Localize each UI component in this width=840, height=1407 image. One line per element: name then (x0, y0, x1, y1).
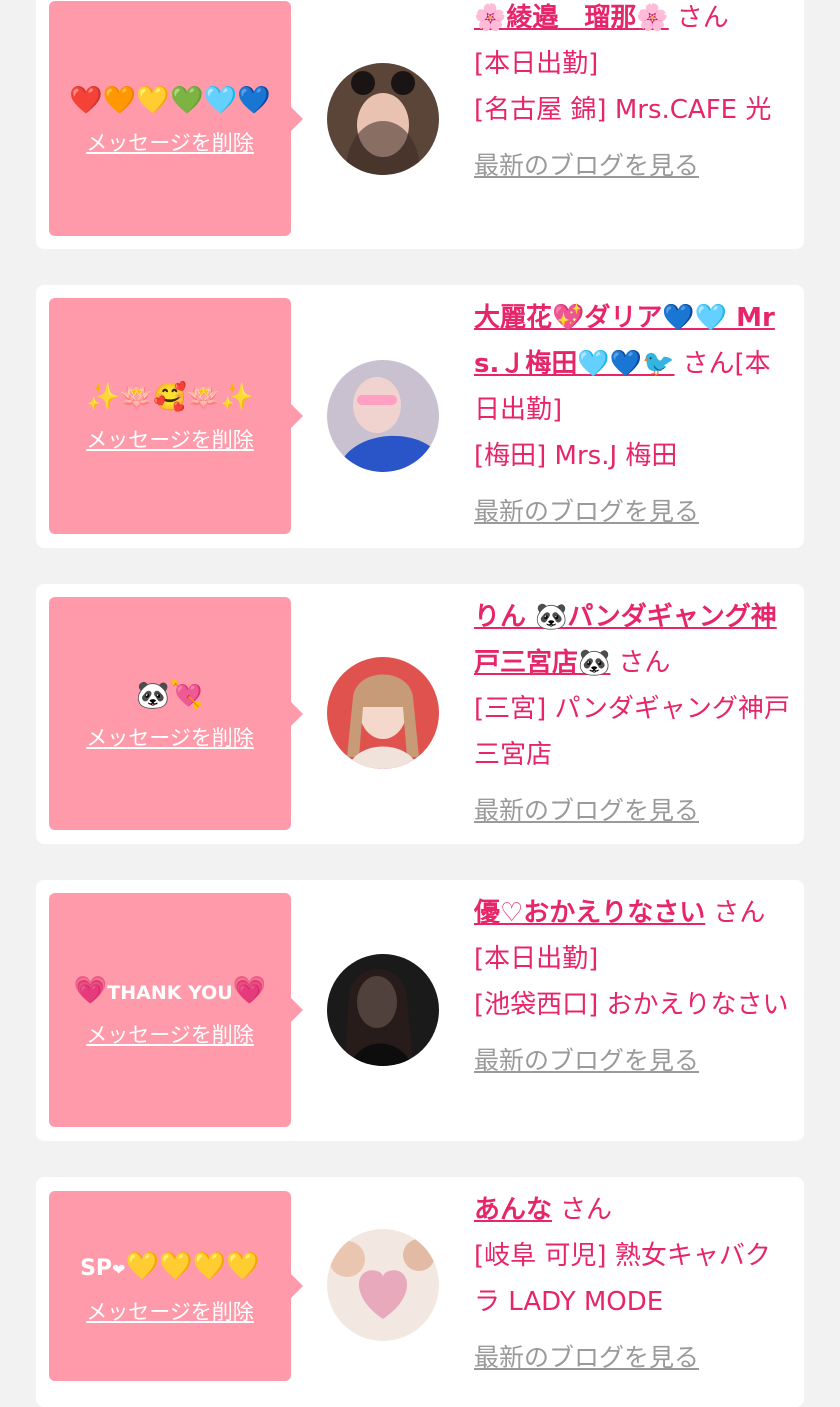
cast-info: りん 🐼パンダギャング神戸三宮店🐼 さん [三宮] パンダギャング神戸三宮店 最新… (474, 594, 790, 834)
honorific: さん (618, 648, 671, 678)
shop-name: [池袋西口] おかえりなさい (474, 990, 789, 1020)
avatar[interactable] (327, 1229, 439, 1341)
heart-emojis: 💛💛💛💛 (125, 1250, 260, 1282)
honorific: さん (682, 349, 735, 379)
work-status: [本日出勤] (474, 944, 599, 974)
latest-blog-link[interactable]: 最新のブログを見る (474, 489, 790, 535)
delete-message-link[interactable]: メッセージを削除 (86, 424, 254, 454)
message-text: 💗THANK YOU💗 (74, 971, 267, 1013)
latest-blog-link[interactable]: 最新のブログを見る (474, 1335, 790, 1381)
cast-info: 大麗花💖ダリア💙🩵 Mrs.Ｊ梅田🩵💙🐦 さん[本日出勤] [梅田] Mrs.J … (474, 295, 790, 535)
delete-message-link[interactable]: メッセージを削除 (86, 722, 254, 752)
cast-info: 🌸綾邉 瑠那🌸 さん [本日出勤] [名古屋 錦] Mrs.CAFE 光 最新のブ… (474, 0, 790, 189)
avatar[interactable] (327, 360, 439, 472)
avatar[interactable] (327, 63, 439, 175)
message-text: 🐼💘 (136, 679, 204, 711)
cast-name-link[interactable]: 優♡おかえりなさい (474, 898, 705, 928)
delete-message-link[interactable]: メッセージを削除 (86, 1296, 254, 1326)
heart-emoji: 💗 (232, 975, 267, 1006)
latest-blog-link[interactable]: 最新のブログを見る (474, 788, 790, 834)
message-text: ✨🪷🥰🪷✨ (85, 382, 255, 413)
message-bubble: SP❤💛💛💛💛 メッセージを削除 (49, 1191, 303, 1381)
message-text: SP❤💛💛💛💛 (80, 1247, 260, 1290)
shop-name: [三宮] パンダギャング神戸三宮店 (474, 694, 790, 770)
work-status: [本日出勤] (474, 49, 599, 79)
favorite-card: SP❤💛💛💛💛 メッセージを削除 あんな さん [岐阜 可児] 熟女キャバクラ L… (36, 1177, 804, 1407)
honorific: さん (713, 898, 766, 928)
delete-message-link[interactable]: メッセージを削除 (86, 127, 254, 157)
favorite-card: 🐼💘 メッセージを削除 りん 🐼パンダギャング神戸三宮店🐼 さん [三宮] パンダ… (36, 584, 804, 844)
cast-name-link[interactable]: あんな (474, 1195, 552, 1225)
cast-info: あんな さん [岐阜 可児] 熟女キャバクラ LADY MODE 最新のブログを見… (474, 1187, 790, 1381)
avatar[interactable] (327, 954, 439, 1066)
favorite-card: 💗THANK YOU💗 メッセージを削除 優♡おかえりなさい さん [本日出勤] [… (36, 880, 804, 1141)
message-bubble: 💗THANK YOU💗 メッセージを削除 (49, 893, 303, 1127)
shop-name: [名古屋 錦] Mrs.CAFE 光 (474, 95, 772, 125)
message-bubble: 🐼💘 メッセージを削除 (49, 597, 303, 830)
message-bubble: ❤️🧡💛💚🩵💙 メッセージを削除 (49, 1, 303, 236)
honorific: さん (560, 1195, 613, 1225)
latest-blog-link[interactable]: 最新のブログを見る (474, 143, 790, 189)
heart-symbol: ❤ (112, 1259, 126, 1279)
latest-blog-link[interactable]: 最新のブログを見る (474, 1038, 790, 1084)
favorite-card: ❤️🧡💛💚🩵💙 メッセージを削除 🌸綾邉 瑠那🌸 さん [本日出勤] [名古屋 錦… (36, 0, 804, 249)
heart-emoji: 💗 (73, 975, 108, 1006)
delete-message-link[interactable]: メッセージを削除 (86, 1019, 254, 1049)
message-bubble: ✨🪷🥰🪷✨ メッセージを削除 (49, 298, 303, 534)
honorific: さん (676, 3, 729, 33)
message-text: ❤️🧡💛💚🩵💙 (69, 84, 271, 116)
cast-info: 優♡おかえりなさい さん [本日出勤] [池袋西口] おかえりなさい 最新のブログを… (474, 890, 790, 1084)
sp-text: SP (80, 1255, 113, 1281)
avatar[interactable] (327, 657, 439, 769)
favorite-card: ✨🪷🥰🪷✨ メッセージを削除 大麗花💖ダリア💙🩵 Mrs.Ｊ梅田🩵💙🐦 さん[本日… (36, 285, 804, 548)
cast-name-link[interactable]: 🌸綾邉 瑠那🌸 (474, 3, 669, 33)
shop-name: [岐阜 可児] 熟女キャバクラ LADY MODE (474, 1241, 771, 1317)
shop-name: [梅田] Mrs.J 梅田 (474, 441, 678, 471)
thank-you-text: THANK YOU (107, 982, 233, 1004)
